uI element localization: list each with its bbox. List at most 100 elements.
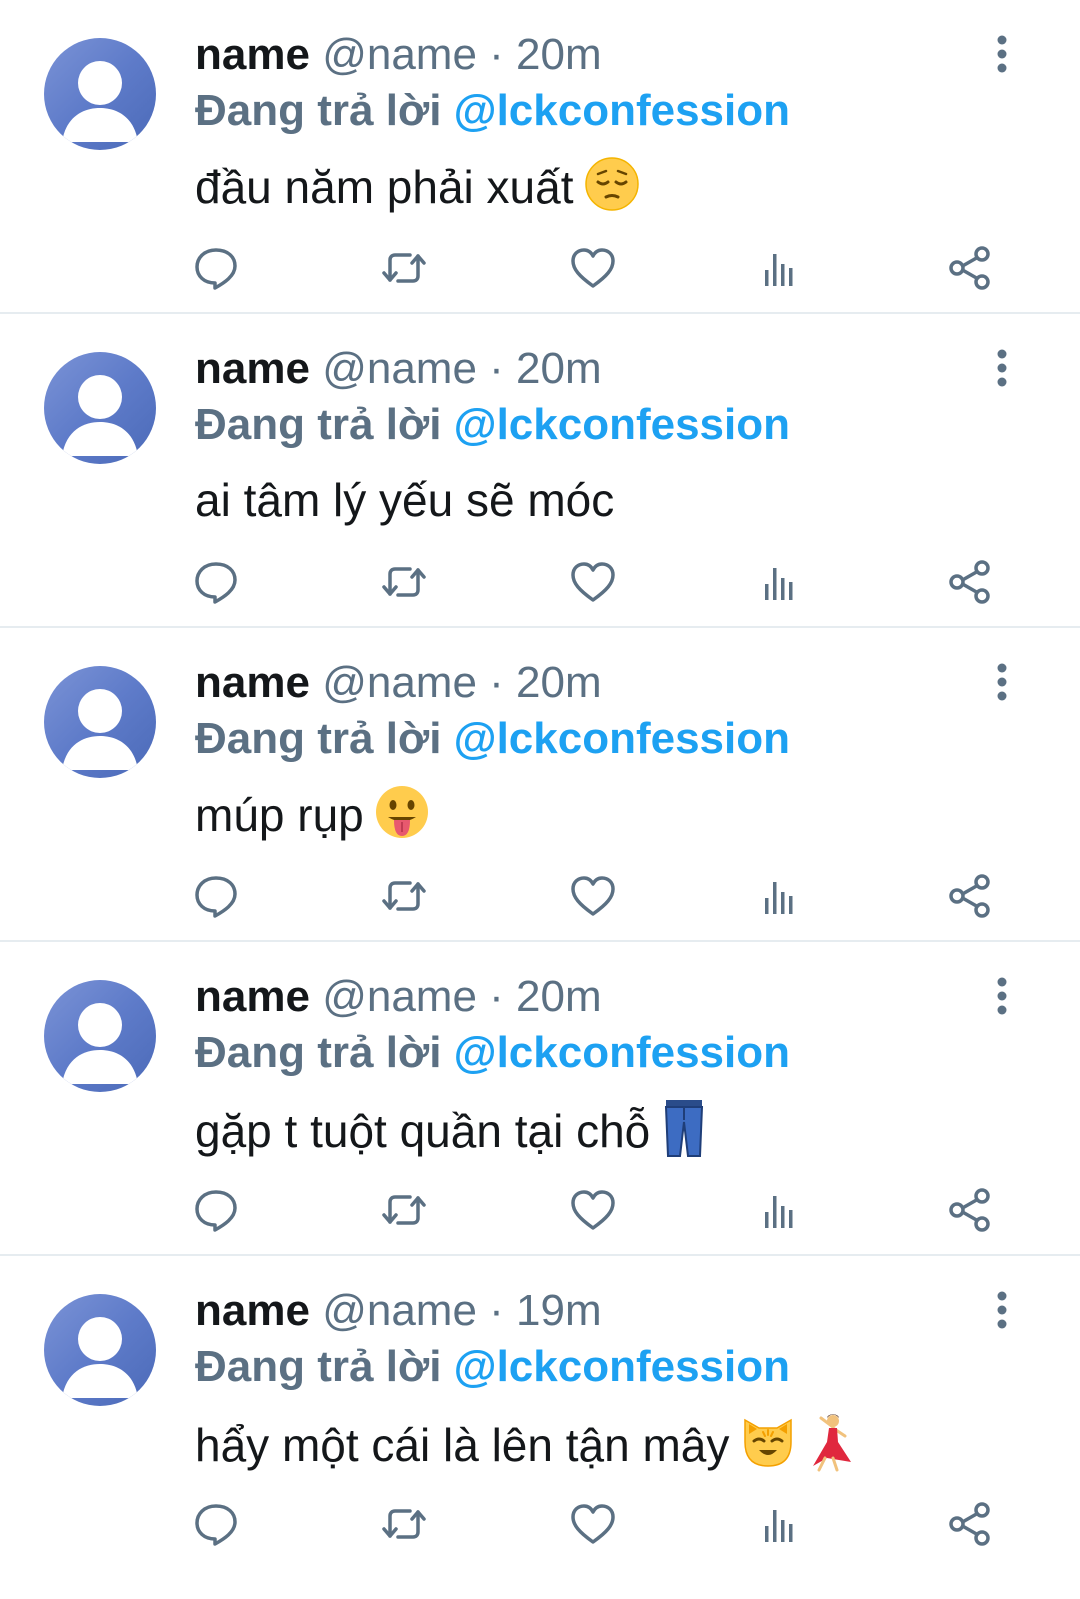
replying-to: Đang trả lời @lckconfession (195, 1340, 790, 1394)
tweet[interactable]: name @name · 20m Đang trả lời @lckconfes… (0, 314, 1080, 628)
vertical-dots-icon (997, 663, 1007, 701)
default-profile-icon (62, 375, 138, 456)
analytics-button[interactable] (753, 240, 809, 296)
emoji-group (729, 1414, 855, 1472)
emoji-group (574, 157, 640, 213)
avatar[interactable] (44, 666, 156, 778)
user-handle[interactable]: @name (322, 344, 477, 393)
vertical-dots-icon (997, 35, 1007, 73)
timestamp[interactable]: 20m (516, 30, 602, 79)
reply-button[interactable] (188, 240, 244, 296)
retweet-icon (382, 567, 426, 597)
avatar[interactable] (44, 1294, 156, 1406)
display-name[interactable]: name (195, 972, 310, 1021)
timestamp[interactable]: 19m (516, 1286, 602, 1335)
timestamp[interactable]: 20m (516, 658, 602, 707)
tweet-actions (0, 868, 1080, 928)
reply-button[interactable] (188, 1182, 244, 1238)
tweet-text-content: ai tâm lý yếu sẽ móc (195, 474, 615, 526)
mention-link[interactable]: @lckconfession (454, 1342, 790, 1391)
retweet-button[interactable] (376, 868, 432, 924)
pensive-face-emoji (584, 156, 640, 226)
share-icon (949, 246, 990, 290)
dancer-emoji (807, 1412, 855, 1486)
cat-face-emoji (739, 1414, 797, 1484)
analytics-button[interactable] (753, 554, 809, 610)
share-button[interactable] (942, 240, 998, 296)
heart-icon (571, 1504, 615, 1544)
replying-to: Đang trả lời @lckconfession (195, 398, 790, 452)
share-button[interactable] (942, 868, 998, 924)
replying-to-label: Đang trả lời (195, 86, 442, 135)
bar-chart-icon (765, 882, 793, 914)
user-handle[interactable]: @name (322, 30, 477, 79)
retweet-button[interactable] (376, 1182, 432, 1238)
default-profile-icon (62, 61, 138, 142)
separator-dot: · (489, 344, 504, 393)
user-handle[interactable]: @name (322, 972, 477, 1021)
replying-to-label: Đang trả lời (195, 714, 442, 763)
mention-link[interactable]: @lckconfession (454, 1028, 790, 1077)
timestamp[interactable]: 20m (516, 972, 602, 1021)
tweet[interactable]: name @name · 19m Đang trả lời @lckconfes… (0, 1256, 1080, 1570)
retweet-button[interactable] (376, 554, 432, 610)
heart-icon (571, 876, 615, 916)
more-options-button[interactable] (988, 32, 1016, 76)
retweet-button[interactable] (376, 240, 432, 296)
mention-link[interactable]: @lckconfession (454, 400, 790, 449)
tweet-header: name @name · 20m (195, 656, 602, 710)
replying-to-label: Đang trả lời (195, 1342, 442, 1391)
reply-button[interactable] (188, 554, 244, 610)
avatar[interactable] (44, 38, 156, 150)
more-options-button[interactable] (988, 346, 1016, 390)
display-name[interactable]: name (195, 344, 310, 393)
retweet-icon (382, 253, 426, 283)
reply-button[interactable] (188, 868, 244, 924)
user-handle[interactable]: @name (322, 1286, 477, 1335)
user-handle[interactable]: @name (322, 658, 477, 707)
default-profile-icon (62, 1317, 138, 1398)
share-icon (949, 874, 990, 918)
share-icon (949, 560, 990, 604)
like-button[interactable] (565, 1182, 621, 1238)
like-button[interactable] (565, 554, 621, 610)
retweet-button[interactable] (376, 1496, 432, 1552)
analytics-button[interactable] (753, 868, 809, 924)
mention-link[interactable]: @lckconfession (454, 86, 790, 135)
timestamp[interactable]: 20m (516, 344, 602, 393)
share-button[interactable] (942, 554, 998, 610)
analytics-button[interactable] (753, 1182, 809, 1238)
more-options-button[interactable] (988, 974, 1016, 1018)
more-options-button[interactable] (988, 1288, 1016, 1332)
tweet[interactable]: name @name · 20m Đang trả lời @lckconfes… (0, 942, 1080, 1256)
heart-icon (571, 248, 615, 288)
like-button[interactable] (565, 868, 621, 924)
analytics-button[interactable] (753, 1496, 809, 1552)
mention-link[interactable]: @lckconfession (454, 714, 790, 763)
tweet-header: name @name · 20m (195, 342, 602, 396)
more-options-button[interactable] (988, 660, 1016, 704)
avatar[interactable] (44, 980, 156, 1092)
like-button[interactable] (565, 1496, 621, 1552)
display-name[interactable]: name (195, 30, 310, 79)
like-button[interactable] (565, 240, 621, 296)
share-button[interactable] (942, 1182, 998, 1238)
tweet[interactable]: name @name · 20m Đang trả lời @lckconfes… (0, 0, 1080, 314)
avatar[interactable] (44, 352, 156, 464)
tweet-text: hẩy một cái là lên tận mây (195, 1412, 855, 1486)
replying-to: Đang trả lời @lckconfession (195, 712, 790, 766)
retweet-icon (382, 1509, 426, 1539)
share-button[interactable] (942, 1496, 998, 1552)
reply-button[interactable] (188, 1496, 244, 1552)
speech-bubble-icon (195, 562, 237, 604)
display-name[interactable]: name (195, 658, 310, 707)
tweet-text: đầu năm phải xuất (195, 156, 640, 226)
tweet[interactable]: name @name · 20m Đang trả lời @lckconfes… (0, 628, 1080, 942)
default-profile-icon (62, 1003, 138, 1084)
replying-to: Đang trả lời @lckconfession (195, 1026, 790, 1080)
tweet-text: ai tâm lý yếu sẽ móc (195, 470, 614, 530)
separator-dot: · (489, 658, 504, 707)
display-name[interactable]: name (195, 1286, 310, 1335)
tweet-actions (0, 240, 1080, 300)
default-profile-icon (62, 689, 138, 770)
